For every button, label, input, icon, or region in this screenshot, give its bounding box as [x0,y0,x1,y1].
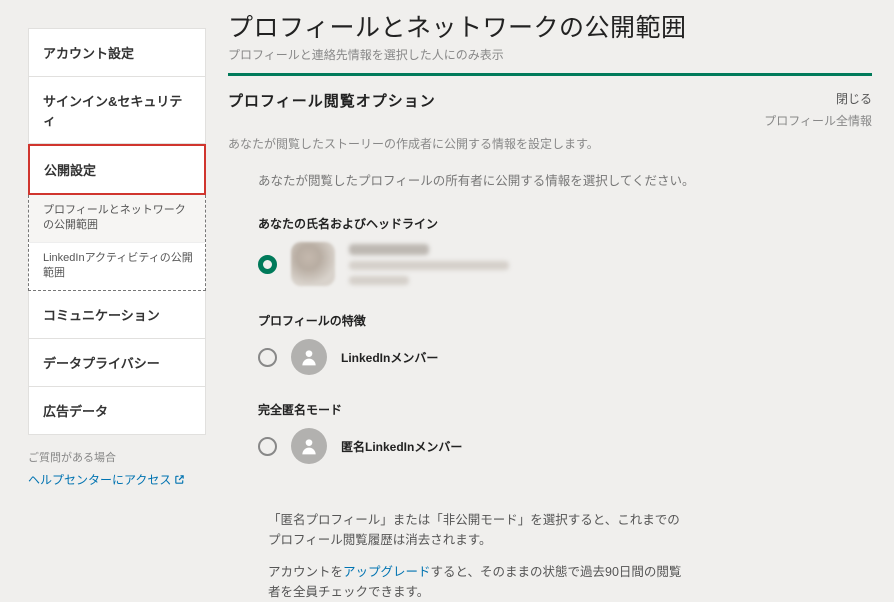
section-title: プロフィール閲覧オプション [228,90,436,111]
radio-name-headline[interactable] [258,255,277,274]
blurred-text [349,244,509,285]
sidebar-item-communication[interactable]: コミュニケーション [28,291,206,339]
page-subtitle: プロフィールと連絡先情報を選択した人にのみ表示 [228,46,872,63]
external-link-icon [174,474,185,485]
option-title: プロフィールの特徴 [258,312,872,329]
radio-characteristics[interactable] [258,348,277,367]
avatar-blurred [291,242,335,286]
page-title: プロフィールとネットワークの公開範囲 [228,8,872,44]
sidebar-item-privacy[interactable]: データプライバシー [28,339,206,387]
option-name-headline: あなたの氏名およびヘッドライン [258,215,872,286]
avatar-generic [291,428,327,464]
option-title: 完全匿名モード [258,401,872,418]
help-link-label: ヘルプセンターにアクセス [28,471,171,488]
option-label: LinkedInメンバー [341,349,438,366]
person-icon [299,436,319,456]
help-note: ご質問がある場合 [28,449,206,465]
main-content: プロフィールとネットワークの公開範囲 プロフィールと連絡先情報を選択した人にのみ… [206,0,894,580]
note-upgrade: アカウントをアップグレードすると、そのままの状態で過去90日間の閲覧者を全員チェ… [268,562,688,602]
help-center-link[interactable]: ヘルプセンターにアクセス [28,471,185,488]
option-title: あなたの氏名およびヘッドライン [258,215,872,232]
sidebar-item-visibility[interactable]: 公開設定 [28,144,206,195]
note-text: アカウントを [268,565,343,579]
note-history-clear: 「匿名プロフィール」または「非公開モード」を選択すると、これまでのプロフィール閲… [268,510,688,550]
instructions: あなたが閲覧したプロフィールの所有者に公開する情報を選択してください。 [258,170,872,189]
sidebar: アカウント設定 サインイン&セキュリティ 公開設定 プロフィールとネットワークの… [0,0,206,580]
profile-all-info-link[interactable]: プロフィール全情報 [764,112,872,129]
radio-anonymous[interactable] [258,437,277,456]
option-label: 匿名LinkedInメンバー [341,438,462,455]
option-profile-characteristics: プロフィールの特徴 LinkedInメンバー [258,312,872,375]
sidebar-sub-profile-network[interactable]: プロフィールとネットワークの公開範囲 [29,195,205,242]
option-anonymous: 完全匿名モード 匿名LinkedInメンバー [258,401,872,464]
help-section: ご質問がある場合 ヘルプセンターにアクセス [28,449,206,488]
header-rule [228,73,872,76]
section-links: 閉じる プロフィール全情報 [764,90,872,129]
section-description: あなたが閲覧したストーリーの作成者に公開する情報を設定します。 [228,135,872,152]
avatar-generic [291,339,327,375]
upgrade-link[interactable]: アップグレード [343,565,431,579]
person-icon [299,347,319,367]
sidebar-item-signin-security[interactable]: サインイン&セキュリティ [28,77,206,144]
sidebar-sub-activity[interactable]: LinkedInアクティビティの公開範囲 [29,242,205,290]
sidebar-item-ads[interactable]: 広告データ [28,387,206,435]
sidebar-sub-items: プロフィールとネットワークの公開範囲 LinkedInアクティビティの公開範囲 [28,195,206,291]
sidebar-item-account[interactable]: アカウント設定 [28,28,206,77]
notes: 「匿名プロフィール」または「非公開モード」を選択すると、これまでのプロフィール閲… [268,510,688,602]
close-link[interactable]: 閉じる [764,90,872,107]
